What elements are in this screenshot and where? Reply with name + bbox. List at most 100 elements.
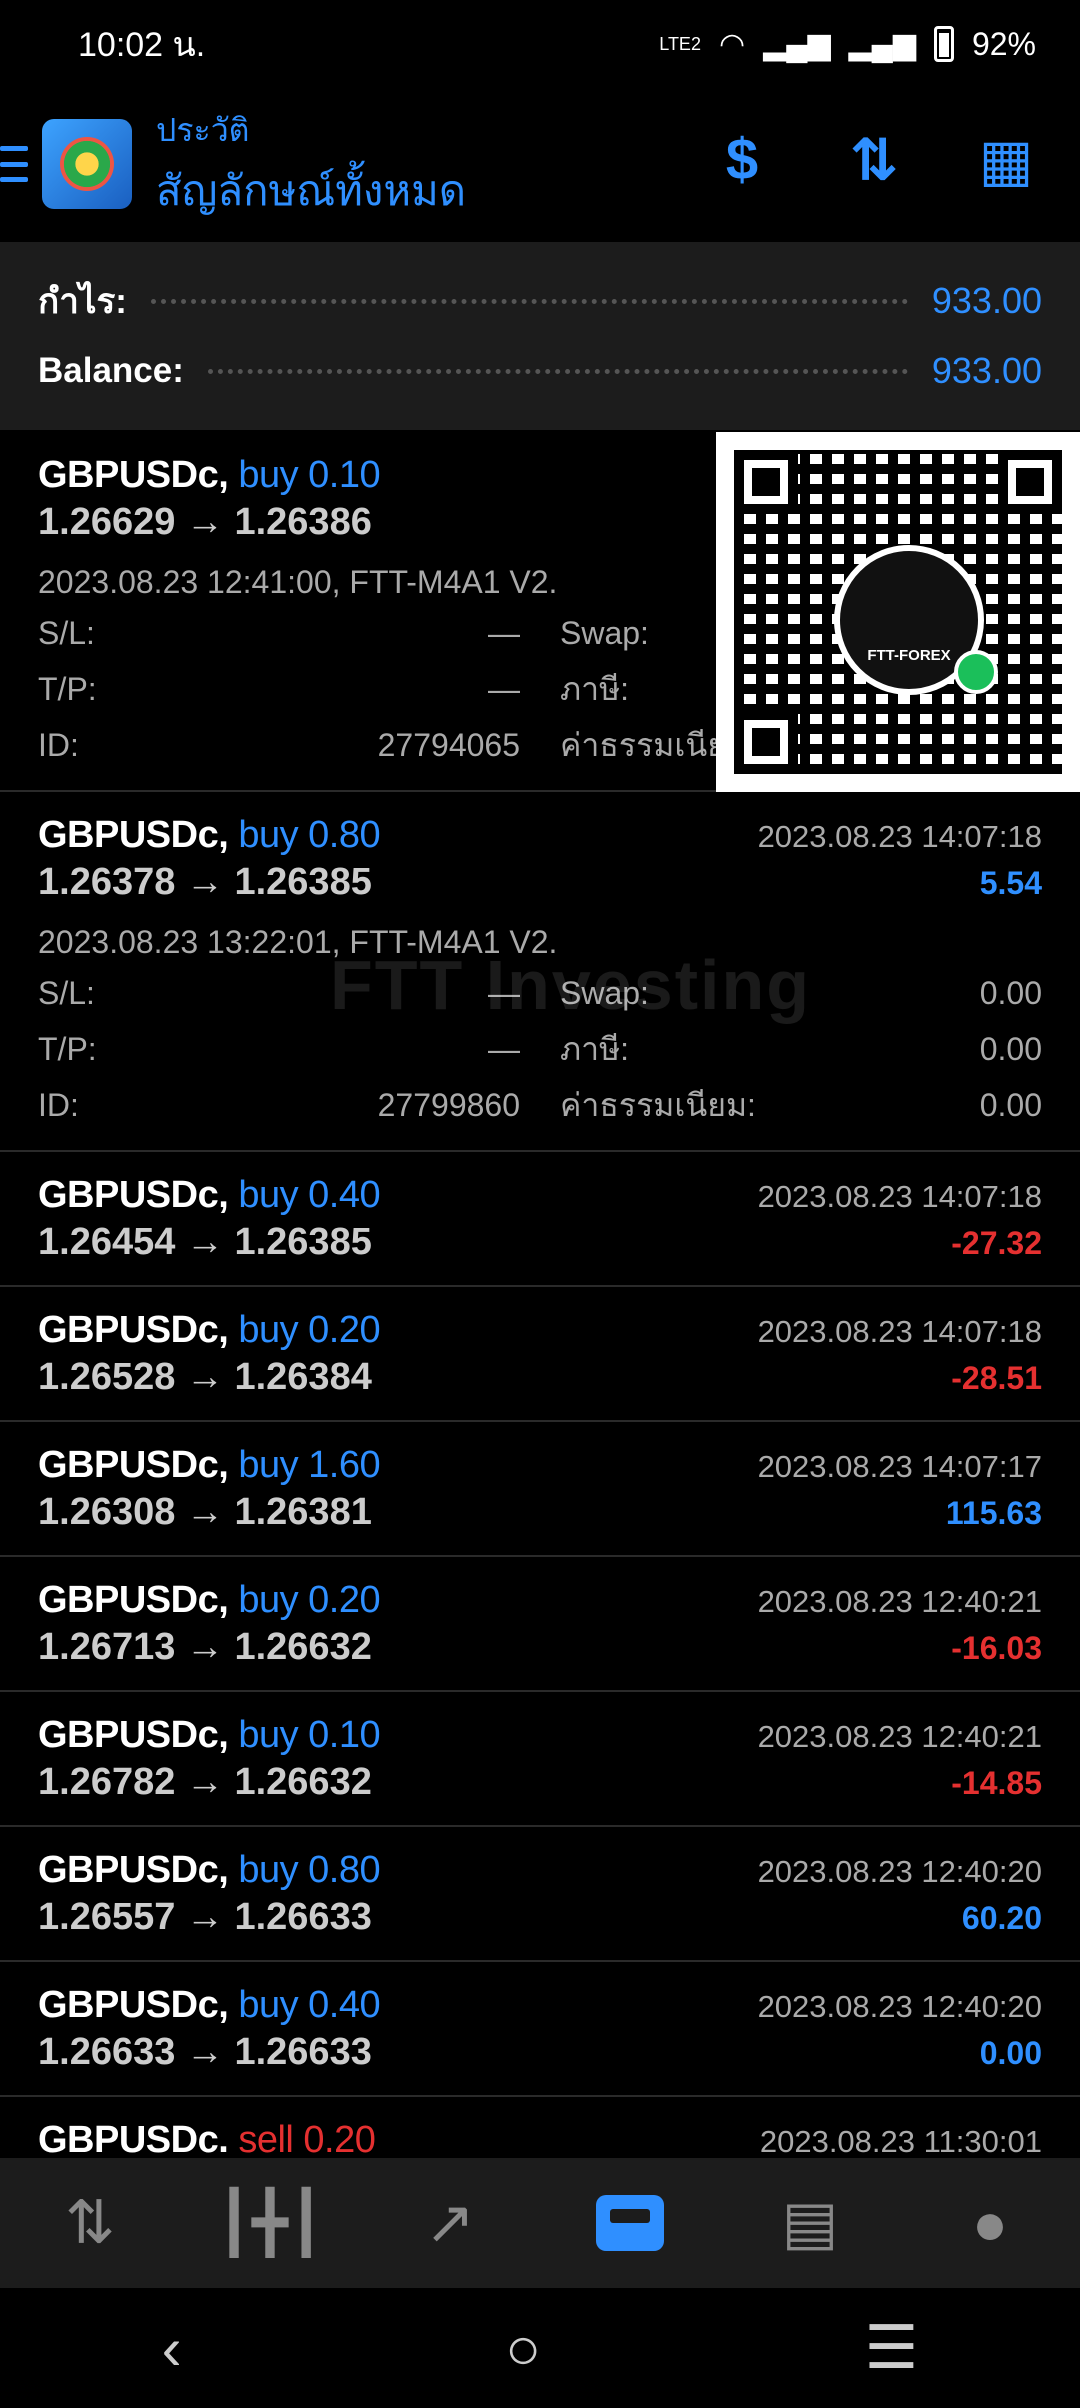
tp-label: T/P: — [38, 1030, 97, 1067]
deal-row[interactable]: GBPUSDc. sell 0.20 2023.08.23 11:30:01 — [0, 2097, 1080, 2161]
deal-profit: 5.54 — [979, 865, 1042, 901]
deal-time: 2023.08.23 12:40:21 — [757, 1719, 1042, 1754]
chat-icon[interactable]: ● — [940, 2173, 1040, 2273]
deal-symbol: GBPUSDc, — [38, 1444, 229, 1486]
tp-label: T/P: — [38, 670, 97, 707]
bottom-nav: ⇅ ┃╋┃ ↗ ▤ ● — [0, 2158, 1080, 2288]
chart-icon[interactable]: ┃╋┃ — [216, 2173, 324, 2273]
deal-prices: 1.26454 → 1.26385 — [38, 1221, 372, 1263]
deal-row[interactable]: GBPUSDc, buy 0.10 2023.08.23 12:40:21 1.2… — [0, 1692, 1080, 1827]
header-titles[interactable]: ประวัติ สัญลักษณ์ทั้งหมด — [156, 105, 466, 224]
deal-profit: 115.63 — [945, 1495, 1042, 1531]
deal-time: 2023.08.23 14:07:17 — [757, 1449, 1042, 1484]
line-icon — [954, 650, 998, 694]
deal-type: buy 0.40 — [238, 1174, 381, 1216]
deal-symbol: GBPUSDc, — [38, 1309, 229, 1351]
deal-type: buy 0.20 — [238, 1309, 381, 1351]
deal-time: 2023.08.23 12:40:20 — [757, 1989, 1042, 2024]
menu-icon[interactable] — [0, 146, 28, 182]
deal-symbol: GBPUSDc, — [38, 1849, 229, 1891]
commission-value: 0.00 — [979, 1086, 1042, 1123]
deal-profit: -16.03 — [951, 1630, 1042, 1666]
deal-prices: 1.26782 → 1.26632 — [38, 1761, 372, 1803]
tp-value: — — [488, 1030, 520, 1067]
id-label: ID: — [38, 1086, 79, 1123]
balance-row: Balance: 933.00 — [38, 336, 1042, 406]
sl-label: S/L: — [38, 974, 95, 1011]
news-icon[interactable]: ▤ — [760, 2173, 860, 2273]
summary-panel: กำไร: 933.00 Balance: 933.00 — [0, 242, 1080, 430]
id-value: 27799860 — [377, 1086, 520, 1123]
clock: 10:02 น. — [78, 26, 206, 64]
deal-profit: -28.51 — [951, 1360, 1042, 1396]
deal-row[interactable]: GBPUSDc, buy 0.40 2023.08.23 14:07:18 1.2… — [0, 1152, 1080, 1287]
qr-code: FTT-FOREX — [716, 432, 1080, 792]
tax-label: ภาษี: — [560, 1030, 630, 1067]
divider — [207, 368, 908, 374]
deal-symbol: GBPUSDc, — [38, 454, 229, 496]
deal-symbol: GBPUSDc, — [38, 1984, 229, 2026]
deal-profit: 60.20 — [961, 1900, 1042, 1936]
status-bar: 10:02 น. LTE2 ◠ ▂▄▆ ▂▄▆ 92% — [0, 0, 1080, 88]
deal-symbol: GBPUSDc, — [38, 814, 229, 856]
history-icon[interactable] — [580, 2173, 680, 2273]
deal-type: buy 0.10 — [238, 1714, 381, 1756]
deal-prices: 1.26528 → 1.26384 — [38, 1356, 372, 1398]
calendar-icon[interactable]: ▦ — [970, 126, 1042, 194]
currency-exchange-icon[interactable]: $ — [706, 126, 778, 194]
deal-symbol: GBPUSDc, — [38, 1579, 229, 1621]
deal-time: 2023.08.23 14:07:18 — [757, 819, 1042, 854]
tp-value: — — [488, 670, 520, 707]
volte-icon: LTE2 — [659, 33, 701, 54]
recents-icon[interactable]: ☰ — [865, 2313, 919, 2383]
deal-symbol: GBPUSDc, — [38, 1714, 229, 1756]
deal-row[interactable]: GBPUSDc, buy 1.60 2023.08.23 14:07:17 1.2… — [0, 1422, 1080, 1557]
quotes-icon[interactable]: ⇅ — [40, 2173, 140, 2273]
app-bar: ประวัติ สัญลักษณ์ทั้งหมด $ ⇅ ▦ — [0, 88, 1080, 240]
id-label: ID: — [38, 726, 79, 763]
deal-prices: 1.26633 → 1.26633 — [38, 2031, 372, 2073]
deal-type: buy 0.40 — [238, 1984, 381, 2026]
sort-icon[interactable]: ⇅ — [838, 126, 910, 194]
deal-type: buy 0.20 — [238, 1579, 381, 1621]
deal-symbol: GBPUSDc, — [38, 1174, 229, 1216]
profit-value: 933.00 — [931, 280, 1042, 321]
watermark: FTT Investing — [330, 946, 811, 1024]
swap-value: 0.00 — [979, 974, 1042, 1011]
commission-label: ค่าธรรมเนียม: — [560, 1086, 756, 1123]
deal-prices: 1.26713 → 1.26632 — [38, 1626, 372, 1668]
deal-row[interactable]: GBPUSDc, buy 0.20 2023.08.23 14:07:18 1.2… — [0, 1287, 1080, 1422]
deal-row[interactable]: GBPUSDc, buy 0.40 2023.08.23 12:40:20 1.2… — [0, 1962, 1080, 2097]
deal-type: buy 0.80 — [238, 814, 381, 856]
status-icons: LTE2 ◠ ▂▄▆ ▂▄▆ 92% — [659, 26, 1036, 63]
signal-icon-2: ▂▄▆ — [848, 27, 916, 61]
profit-row: กำไร: 933.00 — [38, 266, 1042, 336]
deal-prices: 1.26557 → 1.26633 — [38, 1896, 372, 1938]
back-icon[interactable]: ‹ — [162, 2314, 182, 2383]
deal-symbol: GBPUSDc. — [38, 2119, 229, 2161]
deal-row[interactable]: GBPUSDc, buy 0.20 2023.08.23 12:40:21 1.2… — [0, 1557, 1080, 1692]
deal-profit: 0.00 — [979, 2035, 1042, 2071]
deal-type: buy 0.10 — [238, 454, 381, 496]
deal-time: 2023.08.23 11:30:01 — [759, 2124, 1042, 2159]
battery-level: 92% — [971, 25, 1036, 62]
id-value: 27794065 — [377, 726, 520, 763]
deal-type: buy 1.60 — [238, 1444, 381, 1486]
divider — [150, 298, 908, 304]
deal-prices: 1.26629 → 1.26386 — [38, 501, 372, 543]
app-logo — [42, 119, 132, 209]
deal-time: 2023.08.23 12:40:21 — [757, 1584, 1042, 1619]
header-title: สัญลักษณ์ทั้งหมด — [156, 166, 467, 214]
trade-icon[interactable]: ↗ — [400, 2173, 500, 2273]
deal-type: buy 0.80 — [238, 1849, 381, 1891]
sl-label: S/L: — [38, 614, 95, 651]
wifi-icon: ◠ — [718, 27, 746, 61]
system-nav: ‹ ○ ☰ — [0, 2288, 1080, 2408]
balance-value: 933.00 — [931, 350, 1042, 391]
balance-label: Balance: — [38, 351, 184, 390]
home-icon[interactable]: ○ — [505, 2314, 541, 2383]
deal-row[interactable]: GBPUSDc, buy 0.80 2023.08.23 12:40:20 1.2… — [0, 1827, 1080, 1962]
header-subtitle: ประวัติ — [156, 111, 250, 148]
battery-icon — [933, 26, 954, 62]
qr-logo-text: FTT-FOREX — [867, 646, 951, 664]
